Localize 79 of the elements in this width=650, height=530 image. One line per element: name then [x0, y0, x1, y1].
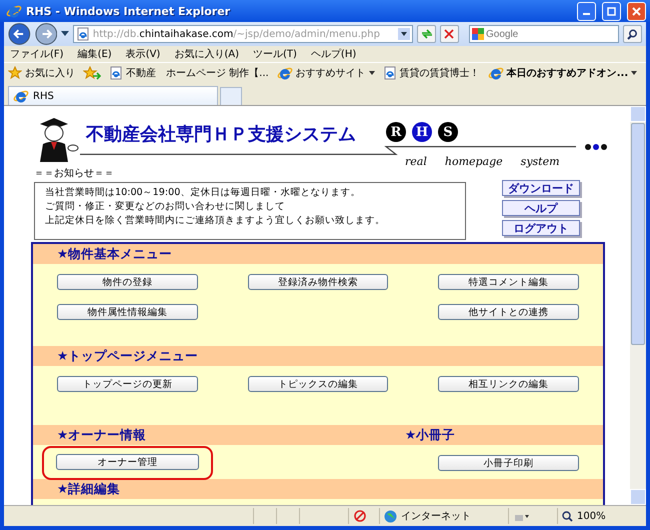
dots-icon: [584, 143, 608, 151]
section-heading: ★トップページメニュー: [57, 348, 200, 364]
menu-button[interactable]: 他サイトとの連携: [438, 304, 579, 320]
caret-icon: [631, 71, 638, 75]
notice-text: ご質問・修正・変更などのお問い合わせに関しまして: [45, 200, 286, 214]
notice-text: 当社営業時間は10:00～19:00、定休日は毎週日曜・水曜となります。: [45, 186, 362, 200]
star-icon: [8, 66, 22, 80]
notice-text: 上記定休日を除く営業時間内にご連絡頂きますよう宜しくお願い致します。: [45, 214, 386, 228]
section-heading: ★詳細編集: [57, 480, 122, 498]
side-button[interactable]: ヘルプ: [502, 200, 580, 216]
minimize-icon: [583, 12, 590, 14]
stop-button[interactable]: [440, 25, 459, 43]
scrollbar[interactable]: [630, 106, 646, 505]
close-icon: [632, 6, 641, 16]
page-icon: [382, 66, 397, 80]
close-button[interactable]: [627, 2, 646, 20]
forward-button[interactable]: [34, 22, 58, 46]
minimize-button[interactable]: [577, 2, 596, 20]
privacy-icon[interactable]: [353, 509, 367, 523]
stop-icon: [444, 29, 454, 39]
browser-logo-icon: [13, 88, 29, 104]
refresh-button[interactable]: [417, 25, 436, 43]
side-button[interactable]: ログアウト: [502, 220, 580, 236]
menu-button[interactable]: 登録済み物件検索: [248, 274, 388, 290]
page-icon: [76, 27, 90, 41]
menu-button[interactable]: 相互リンクの編集: [438, 376, 579, 392]
search-icon: [626, 28, 638, 40]
section-heading: ★物件基本メニュー: [57, 246, 174, 262]
zone-label: インターネット: [401, 510, 471, 523]
notice-heading: ＝＝お知らせ＝＝: [34, 167, 115, 180]
section-heading: ★小冊子: [405, 426, 456, 444]
favorites-link[interactable]: 賃貸の賃貸博士！: [382, 66, 480, 80]
favorites-button[interactable]: お気に入り: [8, 66, 75, 80]
side-button[interactable]: ダウンロード: [502, 180, 580, 196]
browser-logo-icon: [488, 65, 504, 81]
favorites-link[interactable]: おすすめサイト: [276, 65, 375, 81]
caret-icon: [368, 71, 375, 75]
google-icon: [472, 28, 484, 40]
favorites-link[interactable]: 不動産 ホームページ 制作【...: [109, 66, 269, 80]
back-button[interactable]: [8, 22, 31, 46]
tagline-word: system: [520, 155, 560, 168]
browser-logo-icon: [6, 3, 22, 19]
refresh-icon: [420, 28, 432, 40]
search-box[interactable]: Google: [468, 25, 619, 43]
maximize-button[interactable]: [602, 2, 621, 20]
section-heading: ★オーナー情報: [57, 426, 148, 444]
dropdown-button[interactable]: [398, 28, 410, 40]
logo-letter: R: [386, 122, 406, 142]
search-button[interactable]: [622, 25, 642, 43]
menu-button[interactable]: 物件の登録: [57, 274, 198, 290]
site-title: 不動産会社専門ＨＰ支援システム: [86, 123, 356, 146]
menu-button[interactable]: 物件属性情報編集: [57, 304, 198, 320]
menu-button[interactable]: 特選コメント編集: [438, 274, 579, 290]
menu-item[interactable]: ヘルプ(H): [310, 47, 356, 61]
menu-button[interactable]: トップページの更新: [57, 376, 198, 392]
zoom-icon: [562, 510, 573, 522]
tagline-word: real: [405, 155, 427, 168]
window-title: RHS - Windows Internet Explorer: [26, 4, 232, 18]
menu-button[interactable]: 小冊子印刷: [438, 455, 579, 471]
menu-item[interactable]: 表示(V): [126, 47, 160, 61]
menu-item[interactable]: ツール(T): [253, 47, 297, 61]
menu-item[interactable]: ファイル(F): [10, 47, 64, 61]
add-favorite-icon[interactable]: [83, 66, 101, 80]
address-field[interactable]: http://db.chintaihakase.com/~jsp/demo/admin/menu.php: [72, 25, 414, 43]
menu-button[interactable]: トピックスの編集: [248, 376, 388, 392]
logo-letter: S: [438, 122, 458, 142]
menu-item[interactable]: 編集(E): [78, 47, 112, 61]
menu-button[interactable]: オーナー管理: [56, 454, 199, 470]
browser-logo-icon: [276, 65, 293, 81]
browser-tab[interactable]: RHS: [8, 86, 218, 105]
tagline-word: homepage: [444, 155, 503, 168]
menu-item[interactable]: お気に入り(A): [174, 47, 239, 61]
zoom-control[interactable]: 100%: [557, 508, 646, 524]
globe-icon: [384, 510, 397, 522]
page-icon: [109, 66, 123, 80]
logo-letter: H: [412, 122, 432, 142]
favorites-link[interactable]: 本日のおすすめアドオン...: [488, 65, 638, 81]
maximize-icon: [607, 6, 616, 16]
dropdown-arrow-icon[interactable]: [61, 31, 69, 37]
